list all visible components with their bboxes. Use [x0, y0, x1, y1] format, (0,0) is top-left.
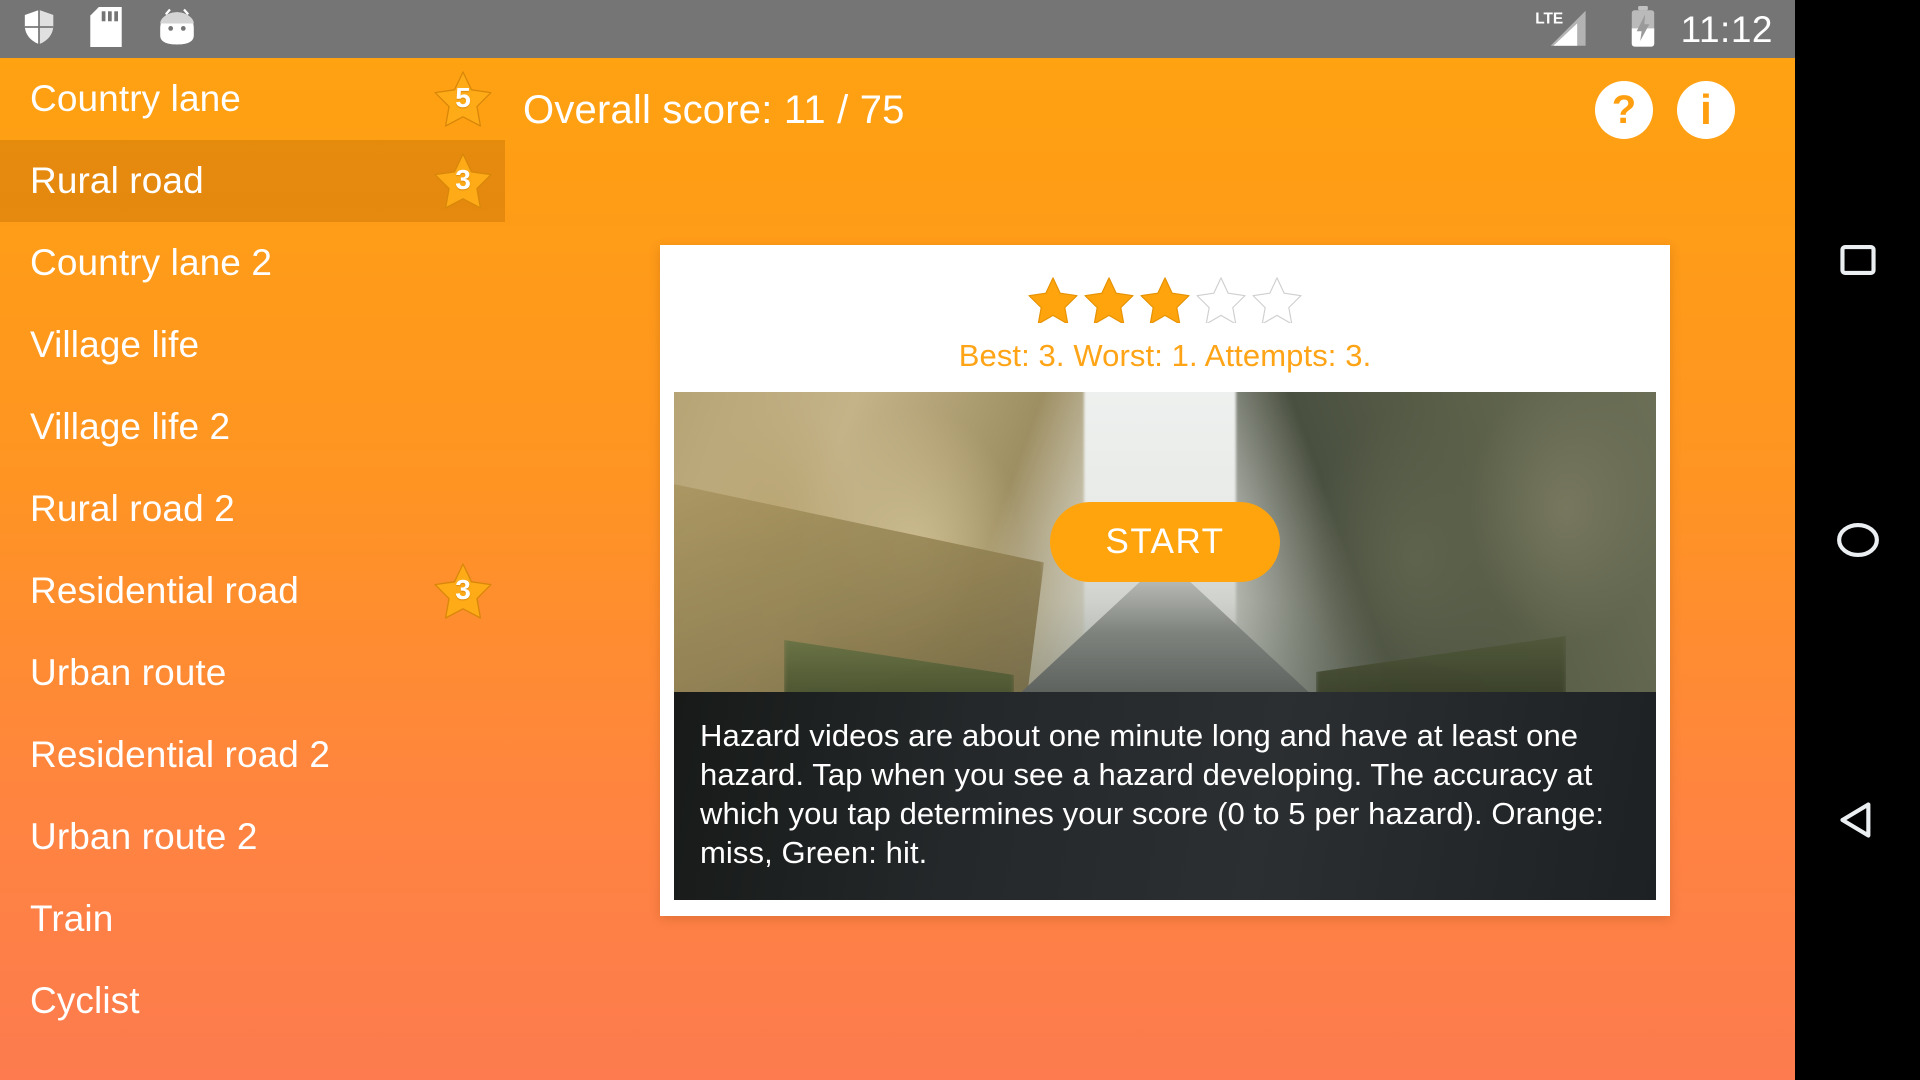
score-star-value: 3: [455, 164, 471, 195]
sidebar-item-label: Country lane: [30, 78, 241, 119]
status-bar: LTE 11:12: [0, 0, 1795, 58]
score-star-badge: 5: [432, 69, 494, 129]
sidebar-item-residential-road[interactable]: Residential road 3: [0, 550, 505, 632]
sidebar-item-rural-road[interactable]: Rural road 3: [0, 140, 505, 222]
score-star-value: 5: [455, 82, 471, 113]
sidebar-item-rural-road-2[interactable]: Rural road 2: [0, 468, 505, 550]
top-bar-actions: ? i: [1595, 81, 1735, 139]
home-circle-icon[interactable]: [1827, 509, 1889, 571]
score-star-badge: 3: [432, 561, 494, 621]
sidebar-item-label: Train: [30, 898, 114, 939]
score-star-value: 3: [455, 574, 471, 605]
instructions-text: Hazard videos are about one minute long …: [700, 718, 1605, 871]
star-filled-icon: [1028, 275, 1078, 328]
android-head-icon: [156, 8, 198, 51]
status-bar-right-icons: LTE 11:12: [1535, 5, 1773, 53]
sidebar-item-residential-road-2[interactable]: Residential road 2: [0, 714, 505, 796]
sidebar-item-label: Rural road: [30, 160, 204, 201]
sidebar-item-village-life[interactable]: Village life: [0, 304, 505, 386]
app-viewport: LTE 11:12 Country lane 5 Rural road 3 Co…: [0, 0, 1795, 1080]
start-button[interactable]: START: [1050, 502, 1280, 582]
sidebar-item-urban-route[interactable]: Urban route: [0, 632, 505, 714]
scenario-list[interactable]: Country lane 5 Rural road 3 Country lane 2…: [0, 58, 505, 1080]
status-clock: 11:12: [1680, 8, 1773, 50]
svg-text:LTE: LTE: [1535, 10, 1563, 27]
sidebar-item-label: Urban route: [30, 652, 227, 693]
score-star-badge: 3: [432, 151, 494, 211]
help-icon[interactable]: ?: [1595, 81, 1653, 139]
sidebar-item-urban-route-2[interactable]: Urban route 2: [0, 796, 505, 878]
sidebar-item-label: Country lane 2: [30, 242, 273, 283]
back-triangle-icon[interactable]: [1827, 789, 1889, 851]
sidebar-item-label: Urban route 2: [30, 816, 258, 857]
video-thumbnail[interactable]: START: [674, 392, 1656, 692]
info-icon[interactable]: i: [1677, 81, 1735, 139]
overall-score-label: Overall score: 11 / 75: [523, 87, 905, 132]
thumbnail-foliage-right: [1236, 392, 1656, 692]
sidebar-item-label: Cyclist: [30, 980, 140, 1021]
signal-bars-icon: LTE: [1535, 8, 1611, 50]
star-filled-icon: [1140, 275, 1190, 328]
instructions-panel: Hazard videos are about one minute long …: [674, 692, 1656, 901]
status-bar-left-icons: [22, 6, 198, 52]
sidebar-item-train[interactable]: Train: [0, 878, 505, 960]
attempts-summary: Best: 3. Worst: 1. Attempts: 3.: [958, 338, 1372, 373]
sidebar-item-label: Residential road: [30, 570, 299, 611]
battery-charging-icon: [1629, 5, 1657, 53]
sidebar-item-cyclist[interactable]: Cyclist: [0, 960, 505, 1042]
android-navigation-bar: [1795, 0, 1920, 1080]
sidebar-item-label: Rural road 2: [30, 488, 235, 529]
sidebar-item-label: Village life: [30, 324, 200, 365]
sidebar-item-label: Village life 2: [30, 406, 231, 447]
star-empty-icon: [1196, 275, 1246, 328]
sd-card-icon: [90, 6, 122, 52]
app-top-bar: Overall score: 11 / 75 ? i: [505, 58, 1795, 162]
sidebar-item-country-lane-2[interactable]: Country lane 2: [0, 222, 505, 304]
scenario-detail-card: Best: 3. Worst: 1. Attempts: 3. START Ha…: [660, 245, 1670, 917]
rating-stars: [674, 275, 1656, 328]
recents-square-icon[interactable]: [1827, 229, 1889, 291]
sidebar-item-village-life-2[interactable]: Village life 2: [0, 386, 505, 468]
star-filled-icon: [1084, 275, 1134, 328]
shield-icon: [22, 8, 56, 51]
sidebar-item-country-lane[interactable]: Country lane 5: [0, 58, 505, 140]
card-header: Best: 3. Worst: 1. Attempts: 3.: [674, 259, 1656, 392]
sidebar-item-label: Residential road 2: [30, 734, 331, 775]
android-screen: LTE 11:12 Country lane 5 Rural road 3 Co…: [0, 0, 1920, 1080]
star-empty-icon: [1252, 275, 1302, 328]
